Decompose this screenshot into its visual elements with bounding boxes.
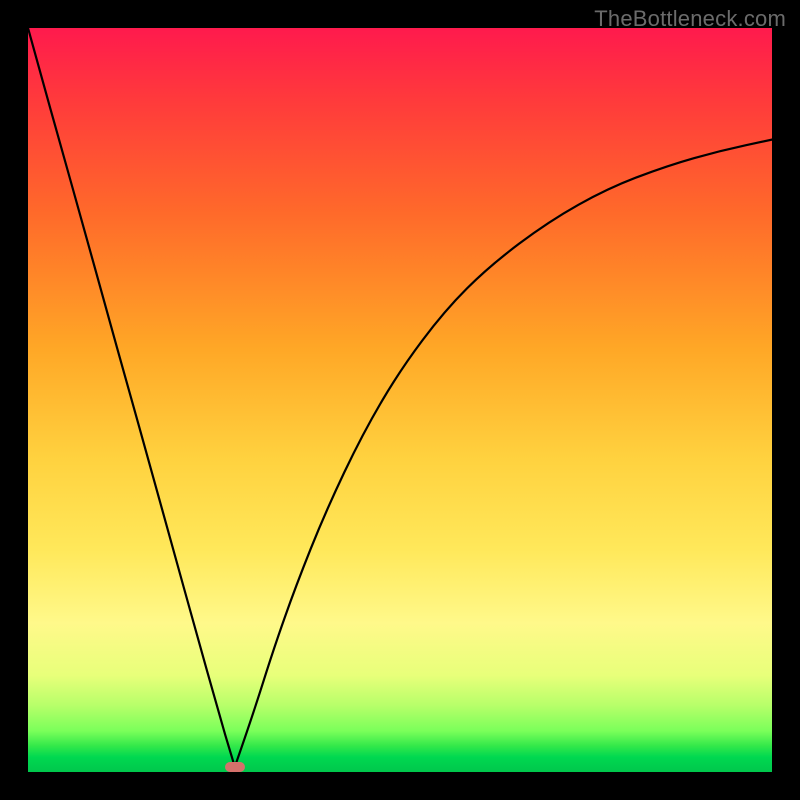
- left-branch-line: [28, 28, 235, 767]
- right-branch-line: [235, 140, 772, 767]
- plot-area: [28, 28, 772, 772]
- curve-svg: [28, 28, 772, 772]
- minimum-marker: [225, 762, 245, 772]
- chart-frame: TheBottleneck.com: [0, 0, 800, 800]
